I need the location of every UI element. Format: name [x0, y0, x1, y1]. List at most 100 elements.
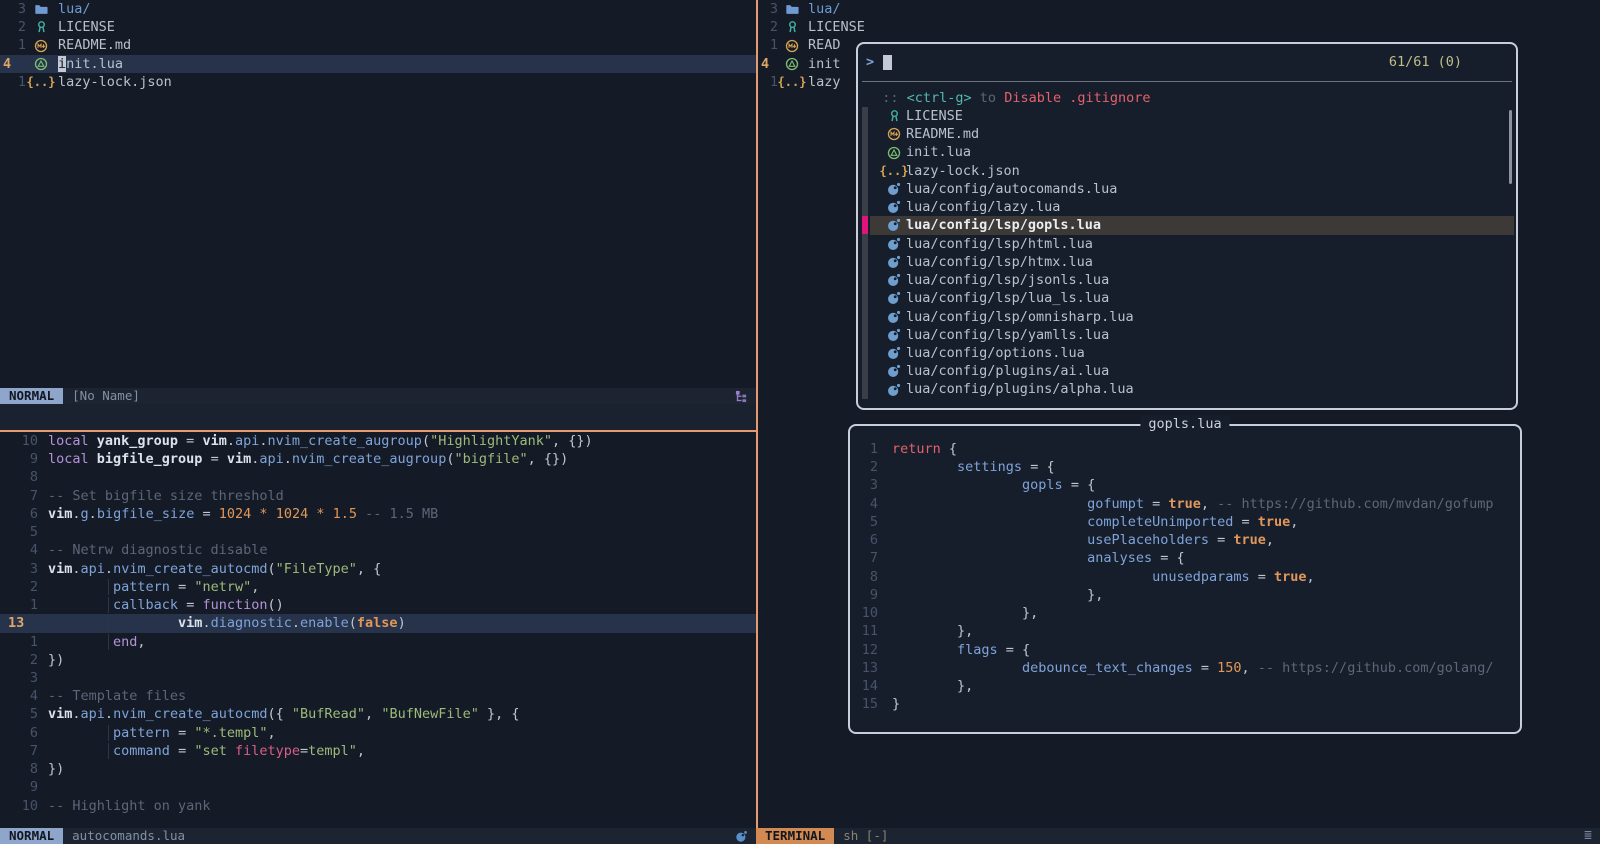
code-line[interactable]: 1 callback = function()	[0, 596, 756, 614]
fzf-scrollbar[interactable]	[1509, 110, 1512, 184]
file-name: lua/config/autocomands.lua	[906, 180, 1117, 198]
line-number: 11	[850, 622, 878, 640]
code-line[interactable]: 4-- Netrw diagnostic disable	[0, 541, 756, 559]
fzf-item[interactable]: LICENSE	[870, 107, 1514, 125]
file-name: lua/config/plugins/alpha.lua	[906, 380, 1134, 398]
code-text: },	[892, 604, 1038, 622]
line-number: 4	[850, 495, 878, 513]
fzf-item[interactable]: lua/config/lsp/lua_ls.lua	[870, 289, 1514, 307]
fzf-item[interactable]: init.lua	[870, 143, 1514, 161]
file-name: lazy	[808, 73, 841, 91]
code-line[interactable]: 3vim.api.nvim_create_autocmd("FileType",…	[0, 560, 756, 578]
code-text: analyses = {	[892, 549, 1185, 567]
code-line[interactable]: 4-- Template files	[0, 687, 756, 705]
fzf-item[interactable]: README.md	[870, 125, 1514, 143]
line-number: 4	[0, 541, 38, 559]
fzf-item[interactable]: lua/config/plugins/alpha.lua	[870, 380, 1514, 398]
fzf-item[interactable]: lua/config/lsp/html.lua	[870, 235, 1514, 253]
lua-icon	[886, 290, 902, 306]
folder-icon	[784, 1, 800, 17]
explorer-row[interactable]: 3lua/	[758, 0, 858, 18]
fzf-prompt[interactable]: > 61/61 (0)	[858, 52, 1516, 72]
mode-badge: TERMINAL	[756, 828, 834, 844]
fzf-item[interactable]: lua/config/lsp/gopls.lua	[870, 216, 1514, 234]
indent-guide	[108, 725, 109, 741]
line-number: 4	[0, 687, 38, 705]
file-name: lua/config/lsp/jsonls.lua	[906, 271, 1109, 289]
preview-line: 14 },	[850, 677, 1516, 695]
fzf-item[interactable]: {..}lazy-lock.json	[870, 162, 1514, 180]
fzf-item[interactable]: lua/config/autocomands.lua	[870, 180, 1514, 198]
lua-icon	[886, 382, 902, 398]
lua-icon	[886, 363, 902, 379]
explorer-row[interactable]: 2LICENSE	[758, 18, 858, 36]
line-number: 3	[758, 0, 778, 18]
code-line[interactable]: 6 pattern = "*.templ",	[0, 724, 756, 742]
line-number: 3	[850, 476, 878, 494]
fzf-item[interactable]: lua/config/lsp/htmx.lua	[870, 253, 1514, 271]
fzf-item[interactable]: lua/config/lsp/jsonls.lua	[870, 271, 1514, 289]
vertical-split-border[interactable]	[756, 0, 758, 828]
markdown-icon	[784, 38, 800, 54]
explorer-row[interactable]: 4init	[758, 55, 858, 73]
fzf-gutter	[862, 107, 868, 399]
preview-code: 1return {2 settings = {3 gopls = {4 gofu…	[850, 440, 1518, 730]
code-text: })	[48, 651, 64, 669]
code-text: debounce_text_changes = 150, -- https://…	[892, 659, 1494, 677]
line-number: 5	[0, 523, 38, 541]
fzf-item[interactable]: lua/config/lazy.lua	[870, 198, 1514, 216]
lua-icon	[735, 830, 748, 843]
file-name: lua/config/lsp/omnisharp.lua	[906, 308, 1134, 326]
lines-icon: ≣	[1584, 827, 1592, 844]
preview-line: 10 },	[850, 604, 1516, 622]
file-name: lua/config/lsp/html.lua	[906, 235, 1093, 253]
line-number: 13	[0, 614, 38, 632]
statusline-filename: autocomands.lua	[72, 827, 185, 844]
code-text: usePlaceholders = true,	[892, 531, 1274, 549]
code-line[interactable]: 7-- Set bigfile size threshold	[0, 487, 756, 505]
preview-line: 11 },	[850, 622, 1516, 640]
indent-guide	[108, 615, 109, 631]
code-line[interactable]: 8	[0, 468, 756, 486]
code-text: vim.diagnostic.enable(false)	[48, 614, 406, 632]
preview-title: gopls.lua	[1140, 415, 1229, 433]
fzf-result-list: LICENSEREADME.mdinit.lua{..}lazy-lock.js…	[858, 107, 1516, 404]
file-name: lua/config/options.lua	[906, 344, 1085, 362]
fzf-item[interactable]: lua/config/plugins/ai.lua	[870, 362, 1514, 380]
code-line[interactable]: 1 end,	[0, 633, 756, 651]
explorer-row[interactable]: 1READ	[758, 36, 858, 54]
file-name: README.md	[906, 125, 979, 143]
code-line[interactable]: 13 vim.diagnostic.enable(false)	[0, 614, 756, 632]
code-line[interactable]: 10-- Highlight on yank	[0, 797, 756, 815]
code-line[interactable]: 2 pattern = "netrw",	[0, 578, 756, 596]
fzf-popup: > 61/61 (0) :: <ctrl-g> to Disable .giti…	[856, 42, 1518, 410]
code-text: gopls = {	[892, 476, 1095, 494]
code-text: return {	[892, 440, 957, 458]
code-line[interactable]: 6vim.g.bigfile_size = 1024 * 1024 * 1.5 …	[0, 505, 756, 523]
file-name: lua/config/lazy.lua	[906, 198, 1060, 216]
code-line[interactable]: 8})	[0, 760, 756, 778]
code-line[interactable]: 2})	[0, 651, 756, 669]
line-number: 2	[0, 578, 38, 596]
nvim-screen: 3lua/2LICENSE1README.md4init.lua1{..}laz…	[0, 0, 1600, 844]
preview-line: 1return {	[850, 440, 1516, 458]
fzf-item[interactable]: lua/config/options.lua	[870, 344, 1514, 362]
prompt-separator	[862, 81, 1512, 82]
fzf-item[interactable]: lua/config/lsp/omnisharp.lua	[870, 308, 1514, 326]
indent-guide	[108, 597, 109, 613]
line-number: 8	[850, 568, 878, 586]
code-line[interactable]: 7 command = "set filetype=templ",	[0, 742, 756, 760]
code-line[interactable]: 10local yank_group = vim.api.nvim_create…	[0, 432, 756, 450]
code-text: flags = {	[892, 641, 1030, 659]
code-line[interactable]: 9local bigfile_group = vim.api.nvim_crea…	[0, 450, 756, 468]
license-icon	[784, 19, 800, 35]
code-line[interactable]: 5	[0, 523, 756, 541]
code-line[interactable]: 9	[0, 778, 756, 796]
code-line[interactable]: 3	[0, 669, 756, 687]
code-line[interactable]: 5vim.api.nvim_create_autocmd({ "BufRead"…	[0, 705, 756, 723]
line-number: 12	[850, 641, 878, 659]
file-name: lua/config/plugins/ai.lua	[906, 362, 1109, 380]
explorer-row[interactable]: 1{..}lazy	[758, 73, 858, 91]
fzf-item[interactable]: lua/config/lsp/yamlls.lua	[870, 326, 1514, 344]
prompt-caret-icon: >	[866, 53, 874, 71]
